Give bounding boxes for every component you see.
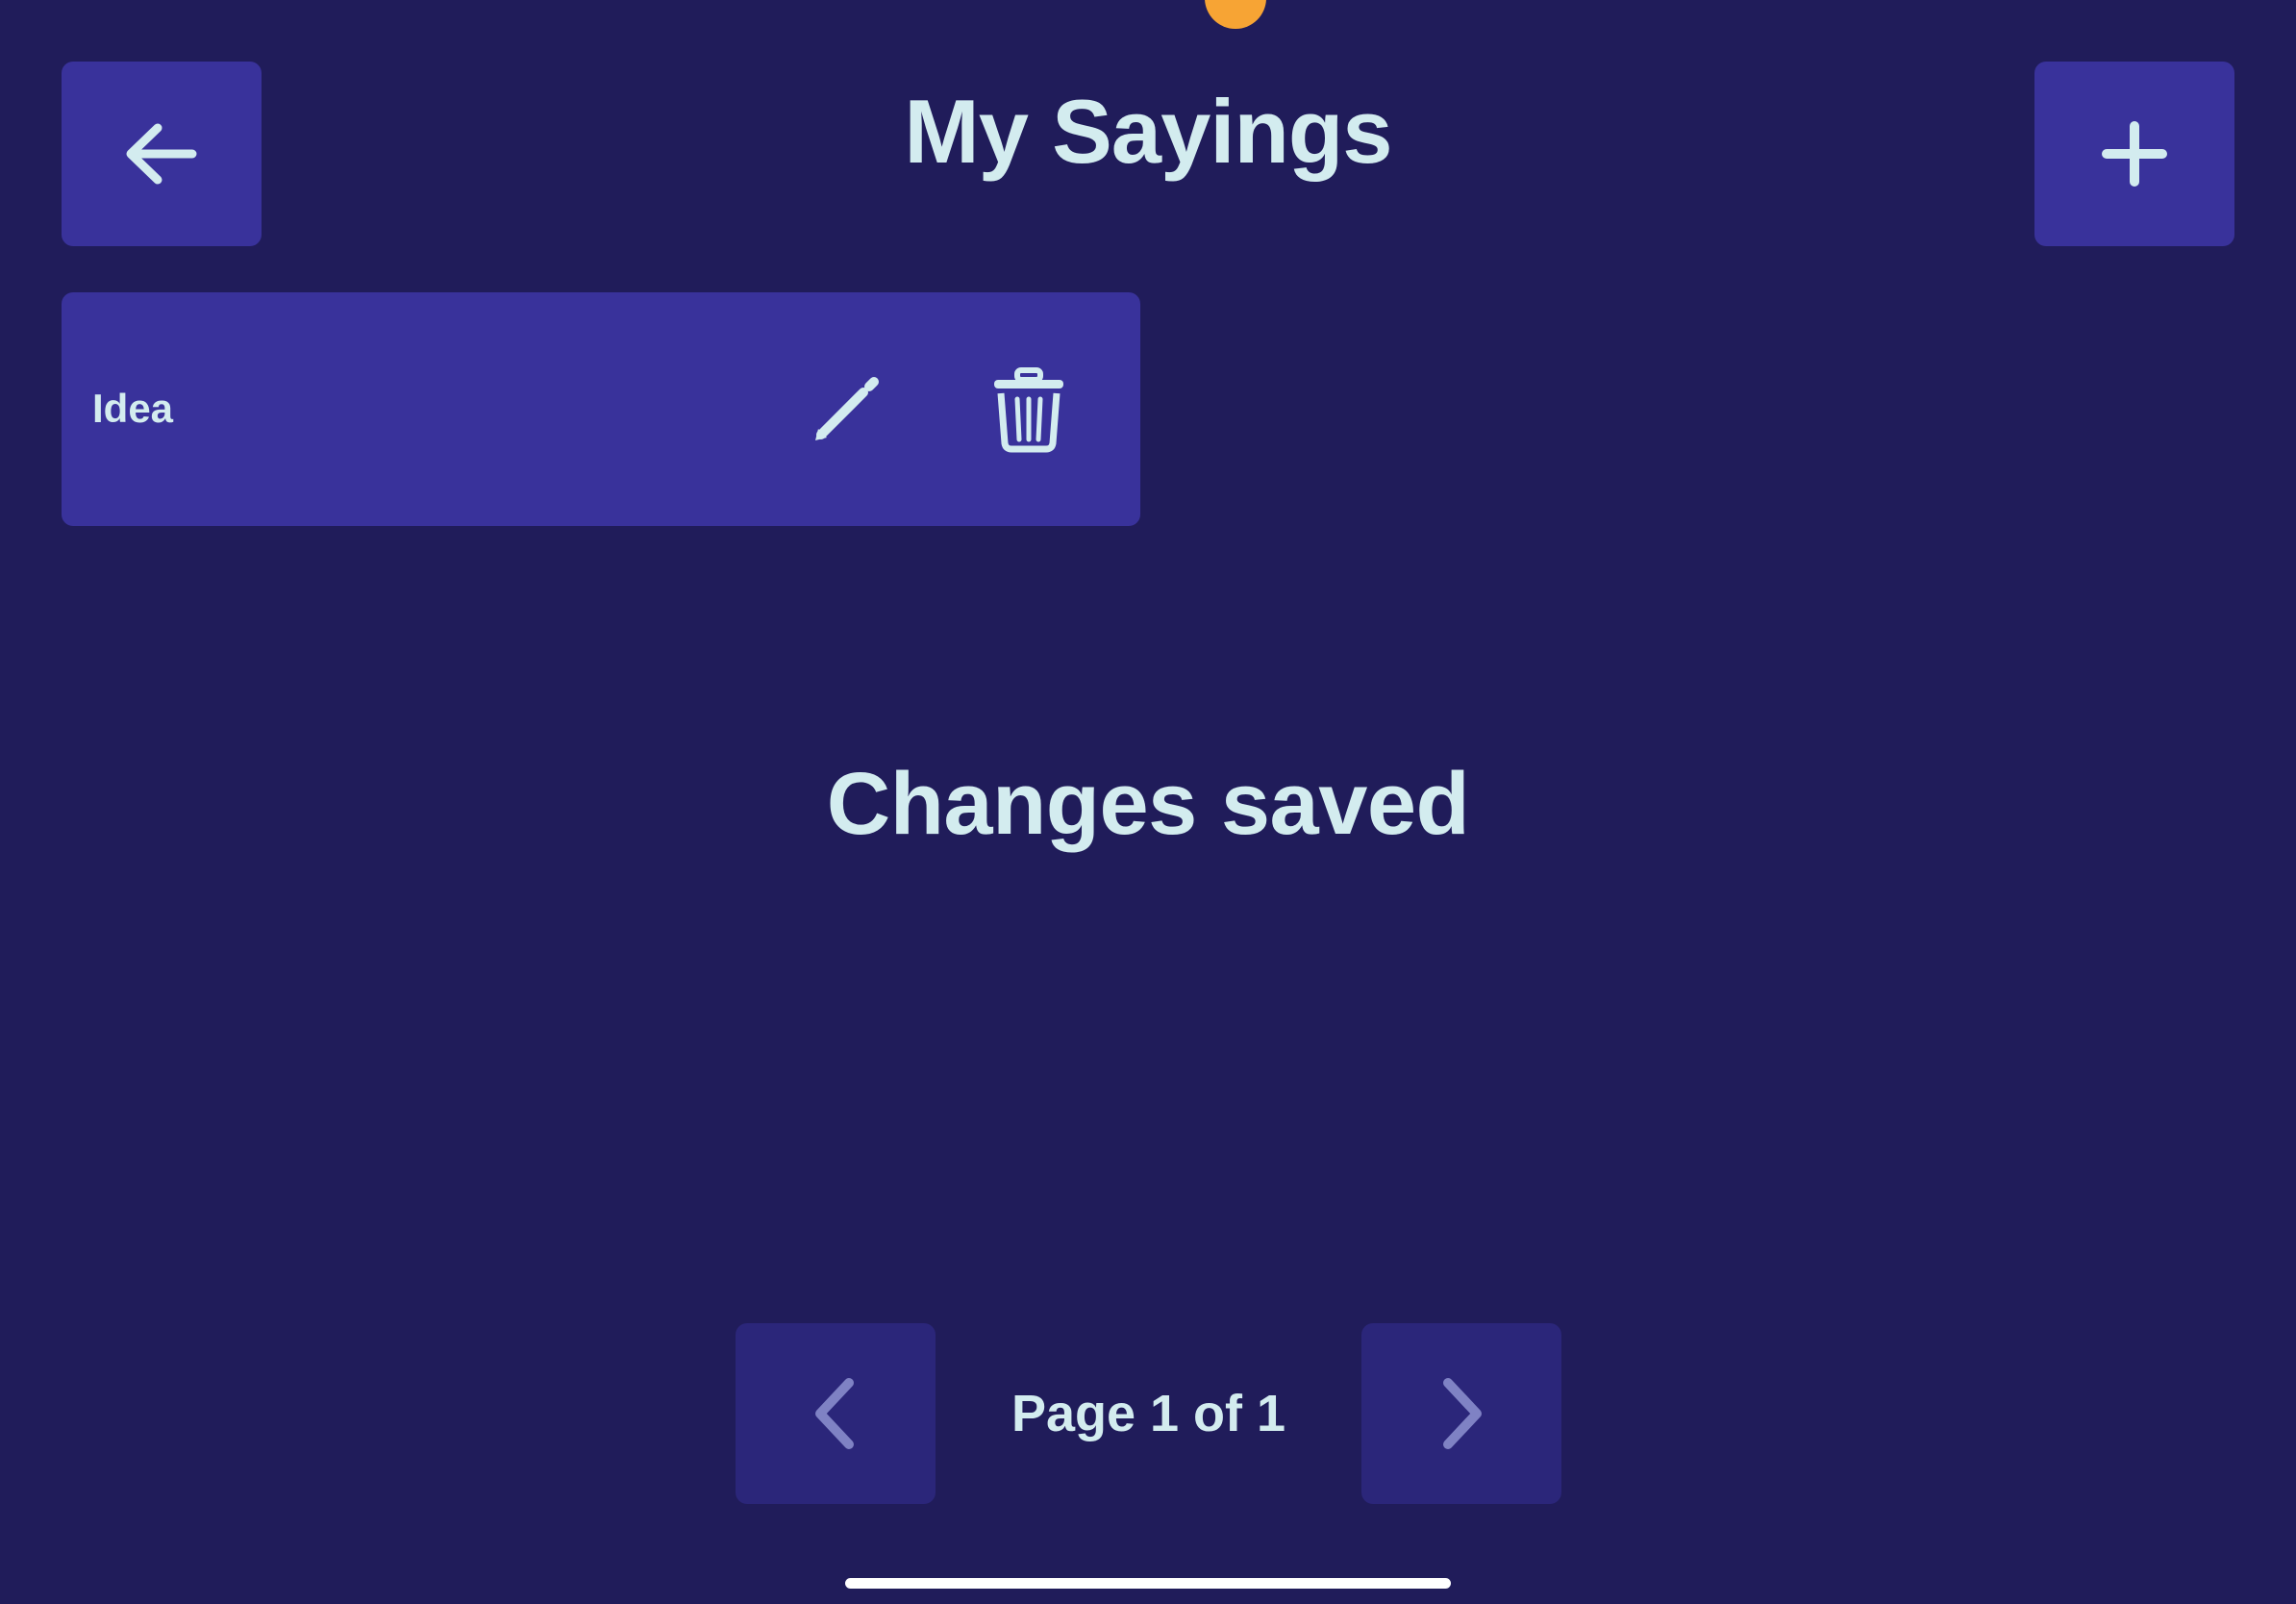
chevron-left-icon	[815, 1378, 854, 1449]
chevron-right-icon	[1443, 1378, 1482, 1449]
saying-title: Idea	[92, 386, 174, 431]
status-indicator-dot	[1205, 0, 1266, 29]
saying-card[interactable]: Idea	[62, 292, 1140, 526]
page-title: My Sayings	[904, 81, 1392, 182]
delete-saying-button[interactable]	[975, 356, 1083, 464]
next-page-button[interactable]	[1361, 1323, 1561, 1504]
edit-saying-button[interactable]	[792, 356, 900, 464]
trash-icon	[994, 367, 1063, 453]
home-indicator[interactable]	[845, 1578, 1451, 1589]
previous-page-button[interactable]	[736, 1323, 936, 1504]
changes-saved-message: Changes saved	[826, 755, 1470, 853]
page-indicator: Page 1 of 1	[1011, 1385, 1286, 1442]
pencil-icon	[815, 377, 879, 440]
plus-icon	[2102, 121, 2167, 187]
add-saying-button[interactable]	[2034, 62, 2234, 246]
